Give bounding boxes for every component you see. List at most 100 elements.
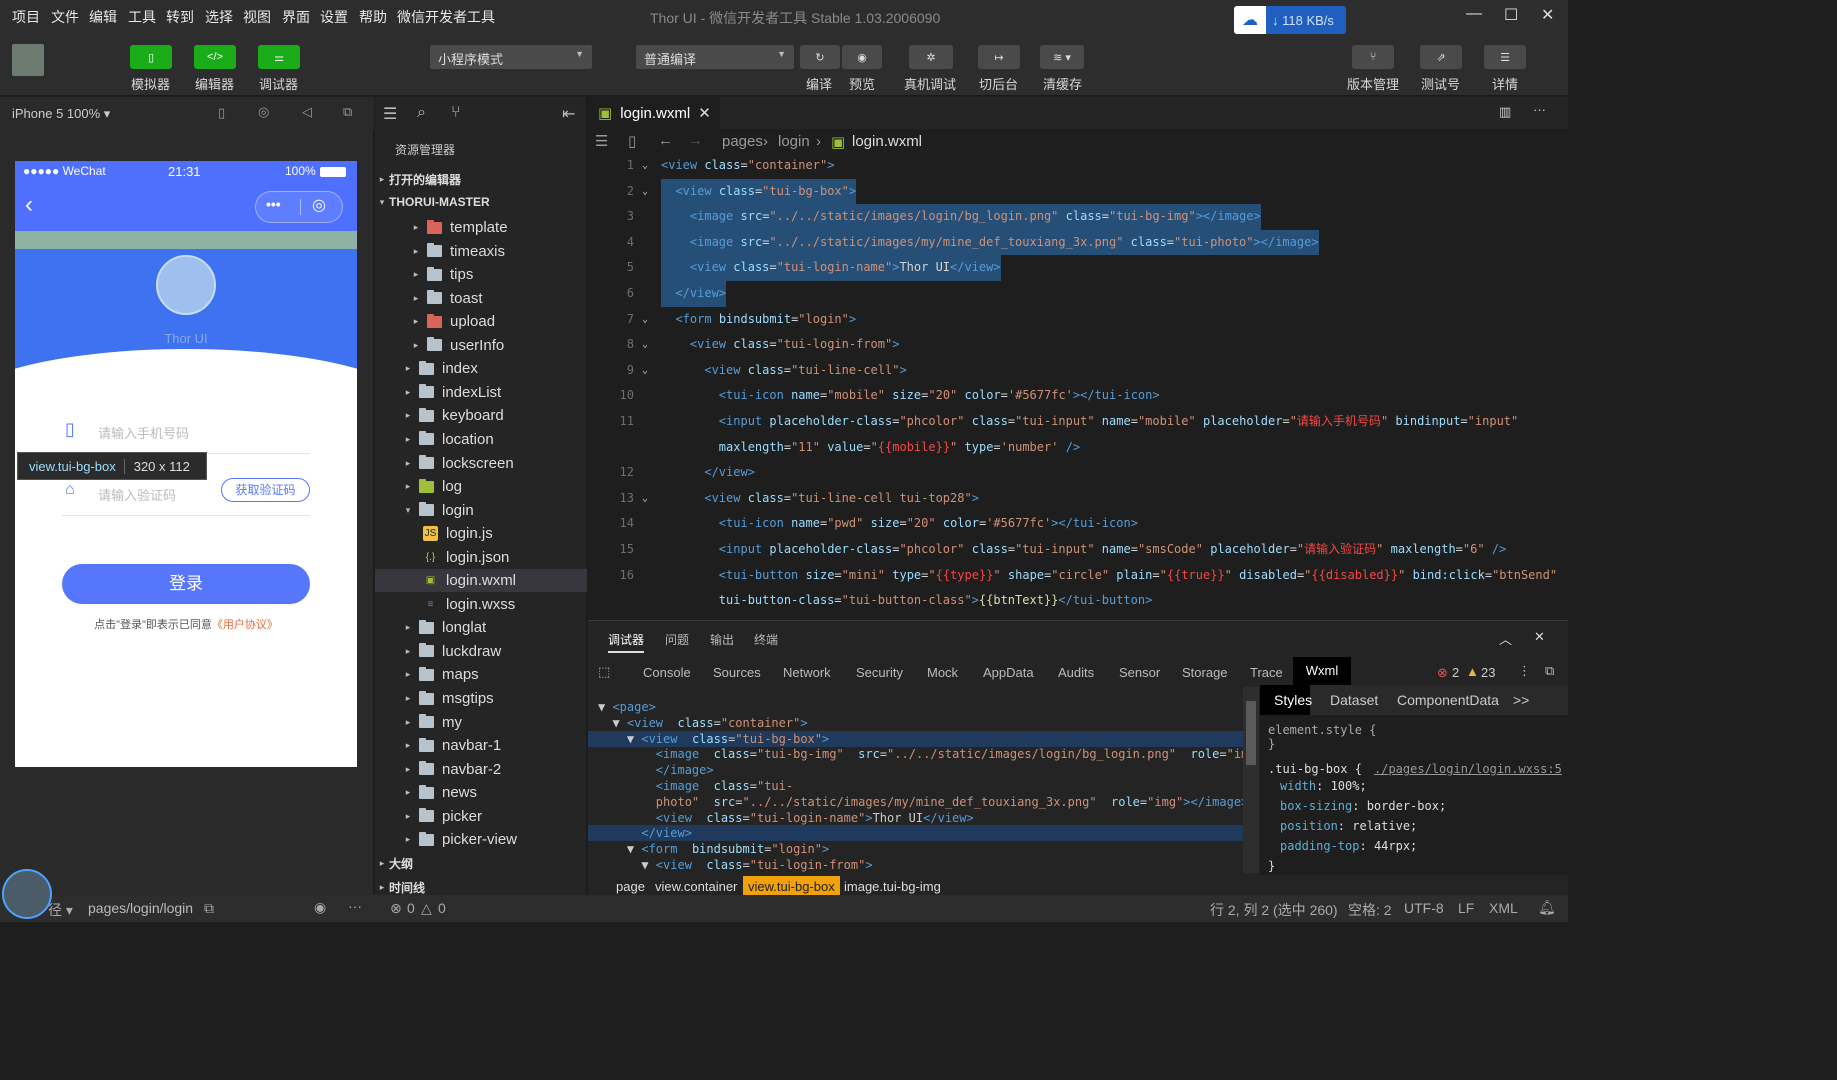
close-panel-icon[interactable]: ✕ xyxy=(1534,629,1545,645)
tab-network[interactable]: Network xyxy=(783,665,831,680)
close-miniprogram-icon[interactable]: ◎ xyxy=(312,195,326,215)
code-line[interactable]: 3 <image src="../../static/images/login/… xyxy=(588,204,1568,230)
menu-edit[interactable]: 编辑 xyxy=(89,7,117,27)
code-line[interactable]: 11 <input placeholder-class="phcolor" cl… xyxy=(588,409,1568,435)
compile-select[interactable]: 普通编译 ▼ xyxy=(636,45,794,69)
code-line[interactable]: 2 ⌄ <view class="tui-bg-box"> xyxy=(588,178,1568,205)
tree-item-userInfo[interactable]: ▸ userInfo xyxy=(375,334,587,357)
code-line[interactable]: 7 ⌄ <form bindsubmit="login"> xyxy=(588,307,1568,333)
editor-toggle[interactable]: </> xyxy=(194,45,236,69)
login-button[interactable]: 登录 xyxy=(62,564,310,604)
menu-goto[interactable]: 转到 xyxy=(166,7,194,27)
tree-item-my[interactable]: ▸ my xyxy=(375,711,587,734)
line-ending[interactable]: LF xyxy=(1458,900,1474,916)
tree-item-template[interactable]: ▸ template xyxy=(375,216,587,239)
dom-node[interactable]: ▼ <page> xyxy=(588,699,1243,715)
tree-item-upload[interactable]: ▸ upload xyxy=(375,310,587,333)
real-debug-button[interactable]: ✲ xyxy=(909,45,953,69)
chevron-up-icon[interactable]: ︿ xyxy=(1499,629,1512,648)
list-icon[interactable]: ☰ xyxy=(383,104,397,124)
tab-security[interactable]: Security xyxy=(856,665,903,680)
dom-node[interactable]: ▼ <view class="container"> xyxy=(588,715,1243,731)
tab-terminal[interactable]: 终端 xyxy=(754,631,778,648)
tab-dataset[interactable]: Dataset xyxy=(1330,692,1378,708)
mode-select[interactable]: 小程序模式 ▼ xyxy=(430,45,592,69)
minimize-icon[interactable]: — xyxy=(1466,5,1482,23)
page-path-select[interactable]: 径 ▾ xyxy=(48,900,73,920)
more-vertical-icon[interactable]: ⋮ xyxy=(1518,663,1531,679)
tab-wxml[interactable]: Wxml xyxy=(1293,657,1351,685)
status-errors[interactable]: 0 xyxy=(407,900,415,916)
menu-project[interactable]: 项目 xyxy=(12,7,40,27)
fold-icon[interactable]: ⌄ xyxy=(642,486,648,512)
page-path[interactable]: pages/login/login xyxy=(88,900,193,916)
menu-devtools[interactable]: 微信开发者工具 xyxy=(397,7,495,27)
tab-login-wxml[interactable]: ▣ login.wxml ✕ xyxy=(588,97,720,129)
tree-item-navbar-2[interactable]: ▸ navbar-2 xyxy=(375,758,587,781)
tree-item-picker-view[interactable]: ▸ picker-view xyxy=(375,828,587,851)
error-count[interactable]: 2 xyxy=(1452,665,1459,680)
network-speed-widget[interactable]: ☁ ↓ 118 KB/s xyxy=(1234,6,1346,34)
more-icon[interactable]: ··· xyxy=(348,898,362,914)
fold-icon[interactable]: ⌄ xyxy=(642,332,648,358)
tree-item-toast[interactable]: ▸ toast xyxy=(375,287,587,310)
dom-node[interactable]: <image class="tui-bg-img" src="../../sta… xyxy=(588,746,1243,762)
breadcrumb-login[interactable]: login xyxy=(778,133,810,150)
crumb-container[interactable]: view.container xyxy=(655,879,737,894)
tree-item-luckdraw[interactable]: ▸ luckdraw xyxy=(375,640,587,663)
status-warnings[interactable]: 0 xyxy=(438,900,446,916)
tree-item-index[interactable]: ▸ index xyxy=(375,357,587,380)
code-line[interactable]: 5 <view class="tui-login-name">Thor UI</… xyxy=(588,255,1568,281)
dom-node[interactable]: photo" src="../../static/images/my/mine_… xyxy=(588,794,1243,810)
dom-node[interactable]: <image class="tui- xyxy=(588,778,1243,794)
tree-item-login-wxml[interactable]: ▣ login.wxml xyxy=(375,569,587,593)
dom-node[interactable]: </image> xyxy=(588,762,1243,778)
tab-output[interactable]: 输出 xyxy=(710,631,734,648)
more-actions-icon[interactable]: ··· xyxy=(1533,102,1546,117)
cursor-position[interactable]: 行 2, 列 2 (选中 260) xyxy=(1210,900,1338,920)
details-button[interactable]: ☰ xyxy=(1484,45,1526,69)
maximize-icon[interactable]: ☐ xyxy=(1504,5,1518,25)
style-property[interactable]: position: relative; xyxy=(1280,819,1417,833)
menu-view[interactable]: 视图 xyxy=(243,7,271,27)
record-icon[interactable]: ◎ xyxy=(258,104,269,120)
code-line[interactable]: 12 </view> xyxy=(588,460,1568,486)
forward-icon[interactable]: → xyxy=(688,132,703,149)
tree-item-longlat[interactable]: ▸ longlat xyxy=(375,616,587,639)
inspect-element-icon[interactable]: ⬚ xyxy=(598,664,610,680)
tab-audits[interactable]: Audits xyxy=(1058,665,1094,680)
background-button[interactable]: ↦ xyxy=(978,45,1020,69)
code-line[interactable]: tui-button-class="tui-button-class">{{bt… xyxy=(588,588,1568,614)
code-line[interactable]: 16 <tui-button size="mini" type="{{type}… xyxy=(588,563,1568,589)
code-line[interactable]: 10 <tui-icon name="mobile" size="20" col… xyxy=(588,383,1568,409)
language-mode[interactable]: XML xyxy=(1489,900,1518,916)
crumb-bg-box[interactable]: view.tui-bg-box xyxy=(743,876,840,897)
compile-button[interactable]: ↻ xyxy=(800,45,840,69)
tree-item-keyboard[interactable]: ▸ keyboard xyxy=(375,404,587,427)
tab-trace[interactable]: Trace xyxy=(1250,665,1283,680)
tab-sources[interactable]: Sources xyxy=(713,665,761,680)
style-property[interactable]: width: 100%; xyxy=(1280,779,1367,793)
tree-item-login-js[interactable]: JS login.js xyxy=(375,522,587,545)
avatar[interactable] xyxy=(12,44,44,76)
crumb-page[interactable]: page xyxy=(616,879,645,894)
tree-item-maps[interactable]: ▸ maps xyxy=(375,663,587,686)
tab-sensor[interactable]: Sensor xyxy=(1119,665,1160,680)
close-window-icon[interactable]: ✕ xyxy=(1541,5,1554,25)
git-branch-icon[interactable]: ⑂ xyxy=(451,104,461,122)
code-line[interactable]: 14 <tui-icon name="pwd" size="20" color=… xyxy=(588,511,1568,537)
rule-source-link[interactable]: ./pages/login/login.wxss:5 xyxy=(1374,762,1562,776)
menu-tools[interactable]: 工具 xyxy=(128,7,156,27)
clear-cache-button[interactable]: ≋ ▾ xyxy=(1040,45,1084,69)
search-icon[interactable]: ⌕ xyxy=(417,104,426,122)
user-agreement-link[interactable]: 《用户协议》 xyxy=(212,619,278,631)
tree-item-picker[interactable]: ▸ picker xyxy=(375,805,587,828)
tree-item-login-wxss[interactable]: ≡ login.wxss xyxy=(375,593,587,616)
breadcrumb-pages[interactable]: pages xyxy=(722,133,763,150)
tree-item-msgtips[interactable]: ▸ msgtips xyxy=(375,687,587,710)
volume-icon[interactable]: ◁ xyxy=(302,104,312,120)
tab-more[interactable]: >> xyxy=(1513,692,1529,708)
open-editors-section[interactable]: ▸ 打开的编辑器 xyxy=(375,168,587,190)
tab-storage[interactable]: Storage xyxy=(1182,665,1228,680)
back-icon[interactable]: ← xyxy=(658,132,673,149)
